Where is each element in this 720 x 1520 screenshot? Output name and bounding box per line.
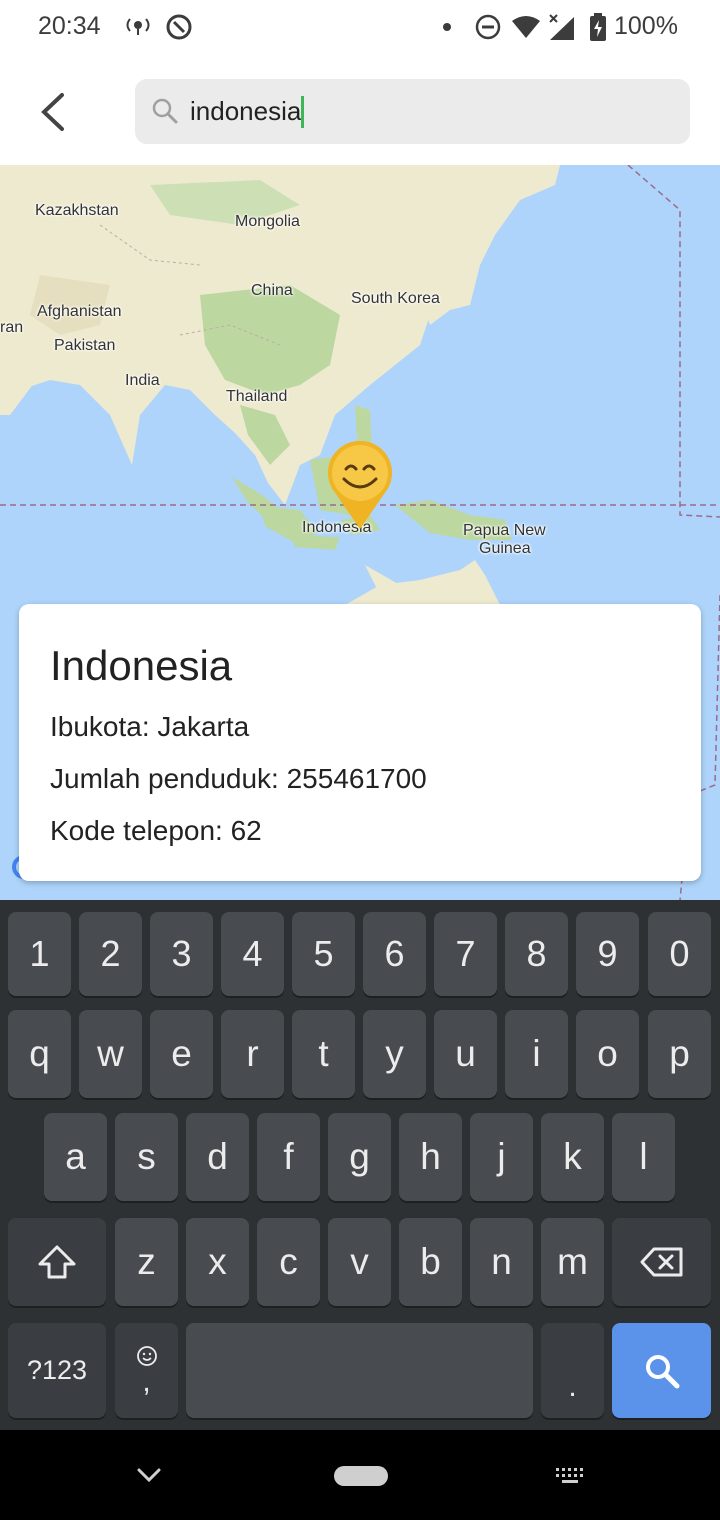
map-label-thailand: Thailand bbox=[226, 388, 288, 405]
at-sign-icon bbox=[165, 13, 193, 41]
soft-keyboard: 1 2 3 4 5 6 7 8 9 0 q w e r t y u i o p … bbox=[0, 900, 720, 1430]
magnifier-icon bbox=[152, 98, 178, 124]
map-label-china: China bbox=[251, 282, 293, 299]
wifi-icon bbox=[510, 13, 542, 41]
key-f[interactable]: f bbox=[257, 1113, 320, 1201]
key-6[interactable]: 6 bbox=[363, 912, 426, 996]
map-label-india: India bbox=[125, 372, 160, 389]
key-d[interactable]: d bbox=[186, 1113, 249, 1201]
search-box[interactable] bbox=[135, 79, 690, 144]
key-l[interactable]: l bbox=[612, 1113, 675, 1201]
key-e[interactable]: e bbox=[150, 1010, 213, 1098]
key-m[interactable]: m bbox=[541, 1218, 604, 1306]
key-s[interactable]: s bbox=[115, 1113, 178, 1201]
period-key[interactable]: . bbox=[541, 1323, 604, 1418]
key-9[interactable]: 9 bbox=[576, 912, 639, 996]
symbols-key[interactable]: ?123 bbox=[8, 1323, 106, 1418]
key-v[interactable]: v bbox=[328, 1218, 391, 1306]
notification-dot-icon bbox=[440, 13, 454, 41]
map-label-papua-new: Papua New bbox=[463, 522, 546, 539]
search-action-key[interactable] bbox=[612, 1323, 711, 1418]
search-input[interactable] bbox=[190, 79, 670, 144]
key-c[interactable]: c bbox=[257, 1218, 320, 1306]
status-time: 20:34 bbox=[38, 12, 101, 40]
key-o[interactable]: o bbox=[576, 1010, 639, 1098]
key-1[interactable]: 1 bbox=[8, 912, 71, 996]
status-bar: 20:34 100% bbox=[0, 0, 720, 55]
map-label-south-korea: South Korea bbox=[351, 290, 440, 307]
space-key[interactable] bbox=[186, 1323, 533, 1418]
text-caret bbox=[301, 96, 304, 128]
key-5[interactable]: 5 bbox=[292, 912, 355, 996]
backspace-key[interactable] bbox=[612, 1218, 711, 1306]
backspace-icon bbox=[640, 1247, 682, 1277]
key-k[interactable]: k bbox=[541, 1113, 604, 1201]
key-2[interactable]: 2 bbox=[79, 912, 142, 996]
shift-key[interactable] bbox=[8, 1218, 106, 1306]
key-g[interactable]: g bbox=[328, 1113, 391, 1201]
key-8[interactable]: 8 bbox=[505, 912, 568, 996]
key-r[interactable]: r bbox=[221, 1010, 284, 1098]
collapse-chevron-icon[interactable] bbox=[136, 1466, 162, 1484]
keyboard-switch-icon[interactable] bbox=[555, 1467, 587, 1485]
key-h[interactable]: h bbox=[399, 1113, 462, 1201]
key-j[interactable]: j bbox=[470, 1113, 533, 1201]
country-title: Indonesia bbox=[50, 642, 233, 689]
key-t[interactable]: t bbox=[292, 1010, 355, 1098]
do-not-disturb-icon bbox=[474, 13, 502, 41]
key-a[interactable]: a bbox=[44, 1113, 107, 1201]
comma-label: , bbox=[142, 1364, 151, 1398]
search-toolbar bbox=[0, 55, 720, 165]
key-z[interactable]: z bbox=[115, 1218, 178, 1306]
key-i[interactable]: i bbox=[505, 1010, 568, 1098]
map-label-iran-partial: ran bbox=[0, 319, 24, 336]
capital-text: Ibukota: Jakarta bbox=[50, 711, 250, 742]
key-n[interactable]: n bbox=[470, 1218, 533, 1306]
key-3[interactable]: 3 bbox=[150, 912, 213, 996]
back-arrow-icon[interactable] bbox=[28, 83, 78, 141]
search-icon bbox=[645, 1354, 679, 1388]
smiley-pin-icon[interactable] bbox=[324, 439, 396, 531]
map-label-kazakhstan: Kazakhstan bbox=[35, 202, 119, 219]
key-y[interactable]: y bbox=[363, 1010, 426, 1098]
shift-arrow-icon bbox=[38, 1245, 76, 1279]
battery-percent: 100% bbox=[614, 12, 678, 40]
emoji-comma-key[interactable]: , bbox=[115, 1323, 178, 1418]
key-x[interactable]: x bbox=[186, 1218, 249, 1306]
key-b[interactable]: b bbox=[399, 1218, 462, 1306]
map-label-afghanistan: Afghanistan bbox=[37, 303, 122, 320]
map-label-mongolia: Mongolia bbox=[235, 213, 300, 230]
system-nav-bar bbox=[0, 1430, 720, 1520]
key-7[interactable]: 7 bbox=[434, 912, 497, 996]
map-label-guinea: Guinea bbox=[479, 540, 531, 557]
emoji-icon bbox=[136, 1345, 157, 1366]
battery-charging-icon bbox=[588, 13, 608, 41]
key-q[interactable]: q bbox=[8, 1010, 71, 1098]
home-pill-icon[interactable] bbox=[334, 1466, 388, 1486]
key-u[interactable]: u bbox=[434, 1010, 497, 1098]
key-w[interactable]: w bbox=[79, 1010, 142, 1098]
key-0[interactable]: 0 bbox=[648, 912, 711, 996]
country-info-card: Indonesia Ibukota: Jakarta Jumlah pendud… bbox=[19, 604, 701, 881]
location-broadcast-icon bbox=[122, 13, 154, 41]
key-4[interactable]: 4 bbox=[221, 912, 284, 996]
key-p[interactable]: p bbox=[648, 1010, 711, 1098]
population-text: Jumlah penduduk: 255461700 bbox=[50, 763, 427, 794]
map-label-pakistan: Pakistan bbox=[54, 337, 116, 354]
cellular-no-data-icon bbox=[545, 13, 577, 41]
phone-code-text: Kode telepon: 62 bbox=[50, 815, 262, 846]
